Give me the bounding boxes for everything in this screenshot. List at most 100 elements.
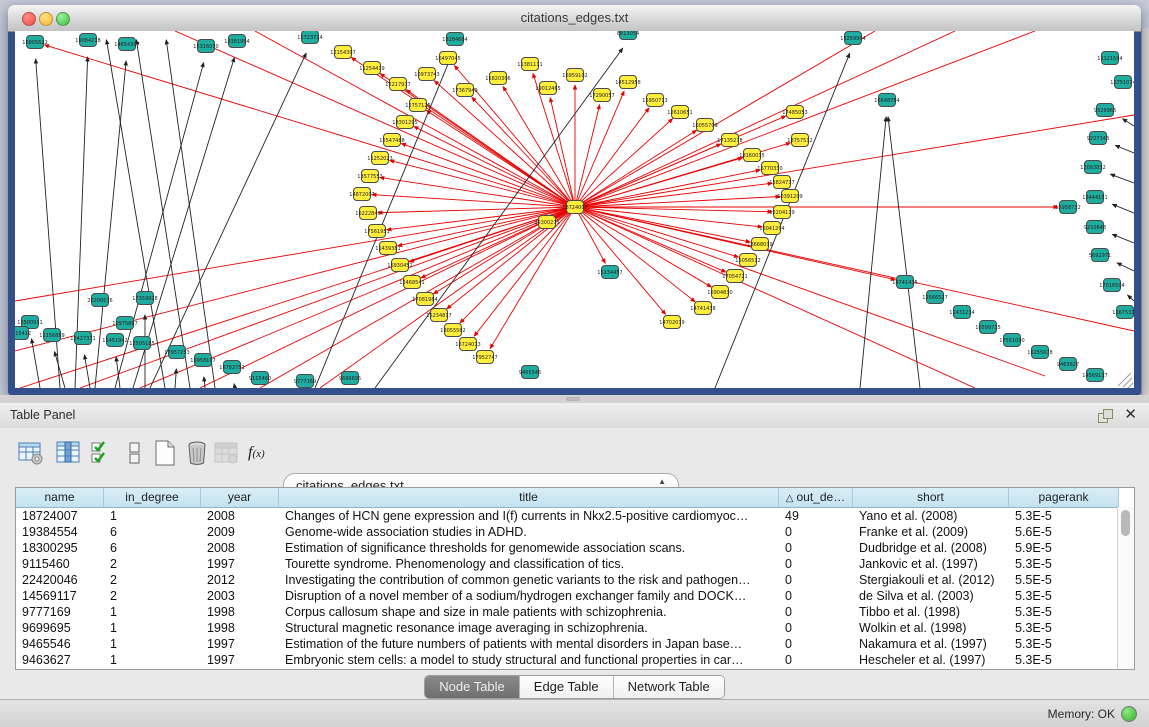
graph-node[interactable]: 10973743 [414,68,439,81]
graph-node[interactable]: 15056512 [735,254,760,267]
column-header-short[interactable]: short [853,488,1009,507]
graph-node[interactable]: 11381111 [517,58,542,71]
graph-node[interactable]: 12566527 [922,291,947,304]
graph-node[interactable]: 9699695 [339,372,361,385]
graph-node[interactable]: 12093832 [1080,161,1105,174]
cell-year[interactable]: 1997 [201,636,279,652]
graph-node[interactable]: 17957253 [164,346,189,359]
cell-name[interactable]: 14569117 [16,588,104,604]
table-row[interactable]: 946554611997Estimation of the future num… [16,636,1134,652]
graph-node[interactable]: 5692971 [1089,249,1111,262]
table-row[interactable]: 1938455462009Genome-wide association stu… [16,524,1134,540]
graph-node[interactable]: 17561951 [364,225,389,238]
cell-in_degree[interactable]: 1 [104,636,201,652]
cell-year[interactable]: 1998 [201,604,279,620]
cell-year[interactable]: 1997 [201,556,279,572]
cell-in_degree[interactable]: 2 [104,572,201,588]
graph-node[interactable]: 14654307 [114,38,139,51]
cell-out_de[interactable]: 0 [779,588,853,604]
cell-in_degree[interactable]: 2 [104,556,201,572]
graph-node[interactable]: 16930452 [387,259,412,272]
cell-year[interactable]: 2008 [201,540,279,556]
graph-node[interactable]: 15547488 [379,134,404,147]
cell-name[interactable]: 22420046 [16,572,104,588]
graph-node[interactable]: 17485053 [782,106,807,119]
graph-node[interactable]: 18160035 [739,149,764,162]
cell-pagerank[interactable]: 5.9E-5 [1009,540,1119,556]
graph-node[interactable]: 9227343 [1087,132,1109,145]
table-row[interactable]: 1872400712008Changes of HCN gene express… [16,508,1134,524]
graph-node[interactable]: 17367949 [452,84,477,97]
cell-short[interactable]: Dudbridge et al. (2008) [853,540,1009,556]
graph-node[interactable]: 9463627 [1057,358,1079,371]
graph-node[interactable]: 12154307 [330,46,355,59]
cell-pagerank[interactable]: 5.3E-5 [1009,508,1119,524]
cell-in_degree[interactable]: 1 [104,604,201,620]
cell-in_degree[interactable]: 1 [104,620,201,636]
cell-year[interactable]: 2009 [201,524,279,540]
graph-node[interactable]: 12757125 [405,99,430,112]
cell-title[interactable]: Investigating the contribution of common… [279,572,779,588]
cell-name[interactable]: 19384554 [16,524,104,540]
graph-node[interactable]: 16155678 [1027,346,1052,359]
graph-node[interactable]: 16724013 [455,338,480,351]
network-canvas[interactable]: 1872400712154307112544191221797710973743… [15,31,1134,388]
graph-node[interactable]: 11121504 [1097,52,1122,65]
column-header-year[interactable]: year [201,488,279,507]
graph-node[interactable]: 12505185 [129,337,154,350]
table-row[interactable]: 977716911998Corpus callosum shape and si… [16,604,1134,620]
cell-out_de[interactable]: 0 [779,540,853,556]
cell-in_degree[interactable]: 6 [104,540,201,556]
cell-out_de[interactable]: 0 [779,572,853,588]
graph-node[interactable]: 18381904 [224,35,249,48]
tab-edge-table[interactable]: Edge Table [520,676,614,698]
graph-node[interactable]: 11252023 [367,152,392,165]
cell-name[interactable]: 18300295 [16,540,104,556]
canvas-resize-grip-icon[interactable] [1128,383,1133,388]
table-row[interactable]: 1830029562008Estimation of significance … [16,540,1134,556]
cell-title[interactable]: Changes of HCN gene expression and I(f) … [279,508,779,524]
graph-node[interactable]: 12610651 [667,106,692,119]
graph-node[interactable]: 15958732 [1055,201,1080,214]
graph-node[interactable]: 12444151 [1082,191,1107,204]
graph-node[interactable]: 8813054 [617,31,639,40]
cell-title[interactable]: Embryonic stem cells: a model to study s… [279,652,779,668]
graph-node[interactable]: 12468541 [399,276,424,289]
graph-node[interactable]: 10391209 [777,190,802,203]
cell-pagerank[interactable]: 5.3E-5 [1009,604,1119,620]
cell-pagerank[interactable]: 5.5E-5 [1009,572,1119,588]
graph-node[interactable]: 19084218 [75,34,100,47]
close-panel-icon[interactable]: ✕ [1124,406,1137,424]
graph-node[interactable]: 17952747 [472,351,497,364]
cell-pagerank[interactable]: 5.3E-5 [1009,588,1119,604]
cell-pagerank[interactable]: 5.3E-5 [1009,652,1119,668]
cell-title[interactable]: Genome-wide association studies in ADHD. [279,524,779,540]
graph-node[interactable]: 14741435 [892,276,917,289]
graph-node[interactable]: 15723724 [297,31,322,44]
graph-node[interactable]: 9210643 [1084,221,1106,234]
graph-node[interactable]: 9777169 [294,375,316,388]
cell-title[interactable]: Disruption of a novel member of a sodium… [279,588,779,604]
cell-out_de[interactable]: 0 [779,556,853,572]
cell-title[interactable]: Structural magnetic resonance image aver… [279,620,779,636]
graph-node[interactable]: 13427371 [70,332,95,345]
splitter-grip-icon[interactable] [566,397,580,401]
cell-short[interactable]: Nakamura et al. (1997) [853,636,1009,652]
graph-node[interactable]: 17016504 [1099,279,1124,292]
graph-node[interactable]: 17551090 [999,334,1024,347]
table-row[interactable]: 969969511998Structural magnetic resonanc… [16,620,1134,636]
column-header-name[interactable]: name [16,488,104,507]
memory-ok-indicator-icon[interactable] [1121,706,1137,722]
cell-in_degree[interactable]: 6 [104,524,201,540]
graph-node[interactable]: 9115460 [249,372,271,385]
cell-out_de[interactable]: 0 [779,620,853,636]
cell-in_degree[interactable]: 2 [104,588,201,604]
table-row[interactable]: 1456911722003Disruption of a novel membe… [16,588,1134,604]
cell-title[interactable]: Tourette syndrome. Phenomenology and cla… [279,556,779,572]
cell-out_de[interactable]: 49 [779,508,853,524]
graph-node[interactable]: 16905622 [22,36,47,49]
graph-node[interactable]: 17290057 [589,89,614,102]
cell-short[interactable]: Tibbo et al. (1998) [853,604,1009,620]
column-header-pagerank[interactable]: pagerank [1009,488,1119,507]
graph-node[interactable]: 17359928 [132,292,157,305]
